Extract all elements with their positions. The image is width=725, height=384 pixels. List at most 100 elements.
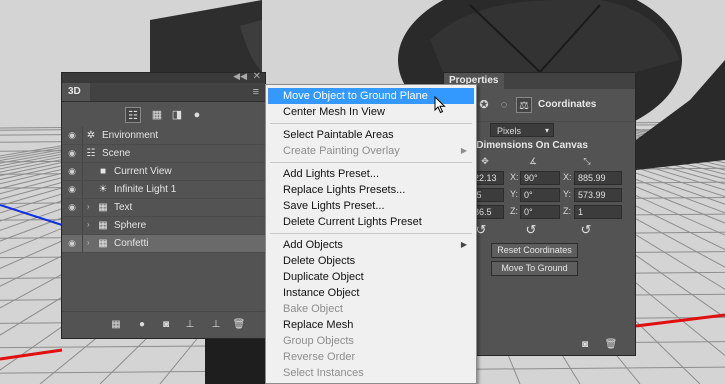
scale-axis-label: Y: bbox=[563, 189, 572, 199]
3d-layer-list: ◉ ✲ Environment ◉ ☷ Scene ◉ ■ Current View ◉ ☀ Infi… bbox=[62, 127, 265, 253]
menu-item-label: Add Lights Preset... bbox=[283, 168, 379, 180]
layer-label: Current View bbox=[114, 166, 172, 177]
layer-row[interactable]: ◉ ✲ Environment bbox=[62, 127, 265, 145]
menu-item[interactable]: Duplicate Object bbox=[268, 269, 474, 285]
move-to-ground-icon[interactable]: ⊥ bbox=[183, 318, 197, 332]
context-menu: Move Object to Ground Plane Center Mesh I… bbox=[265, 84, 477, 384]
submenu-arrow-icon: ▶ bbox=[460, 146, 467, 155]
delete-icon[interactable]: 🗑 bbox=[232, 318, 246, 332]
infinite-light-icon: ☀ bbox=[98, 184, 108, 195]
menu-item[interactable]: Delete Current Lights Preset bbox=[268, 214, 474, 230]
menu-item[interactable]: Replace Mesh bbox=[268, 317, 474, 333]
mesh-properties-icon[interactable]: ✪ bbox=[476, 97, 492, 113]
menu-item-label: Create Painting Overlay bbox=[283, 145, 400, 157]
add-mesh-icon[interactable]: ▦ bbox=[109, 318, 123, 332]
render-icon[interactable]: ◙ bbox=[578, 338, 592, 352]
3d-panel: ◀◀ ✕ 3D ≡ ☷ ▦ ◨ ● ◉ ✲ Environment ◉ ☷ Scene ◉ ■… bbox=[61, 71, 266, 339]
menu-item-label: Group Objects bbox=[283, 335, 354, 347]
scene-filter-icon[interactable]: ☷ bbox=[125, 107, 141, 123]
divider bbox=[82, 181, 83, 198]
panel-title-strip[interactable]: ◀◀ ✕ bbox=[62, 71, 265, 83]
reset-scale-icon[interactable]: ↺ bbox=[579, 223, 593, 237]
menu-item-label: Center Mesh In View bbox=[283, 106, 385, 118]
visibility-eye-icon[interactable]: ◉ bbox=[66, 184, 78, 194]
coordinates-icon[interactable]: ⚖ bbox=[516, 97, 532, 113]
lights-filter-icon[interactable]: ● bbox=[189, 107, 205, 123]
scale-icon: ⤡ bbox=[583, 156, 591, 166]
rotation-axis-label: X: bbox=[510, 172, 519, 182]
close-icon[interactable]: ✕ bbox=[253, 71, 261, 82]
menu-item: Bake Object bbox=[268, 301, 474, 317]
layer-label: Confetti bbox=[114, 238, 149, 249]
expand-arrow-icon[interactable]: › bbox=[87, 220, 90, 230]
divider bbox=[82, 163, 83, 180]
mouse-cursor-icon bbox=[434, 96, 446, 114]
submenu-arrow-icon: ▶ bbox=[460, 240, 467, 249]
move-to-ground-button[interactable]: Move To Ground bbox=[491, 261, 578, 276]
layer-label: Environment bbox=[102, 130, 159, 141]
menu-item[interactable]: Delete Objects bbox=[268, 253, 474, 269]
menu-item[interactable]: Add Lights Preset... bbox=[268, 166, 474, 182]
menu-item-label: Select Instances bbox=[283, 367, 364, 379]
layer-row[interactable]: ◉ ☀ Infinite Light 1 bbox=[62, 181, 265, 199]
divider bbox=[82, 217, 83, 234]
panel-tab-row: 3D ≡ bbox=[62, 83, 265, 102]
layer-row[interactable]: ◉ ■ Current View bbox=[62, 163, 265, 181]
menu-item-label: Delete Current Lights Preset bbox=[283, 216, 422, 228]
layer-row[interactable]: ◉ › ▦ Confetti bbox=[62, 235, 265, 253]
panel-menu-icon[interactable]: ≡ bbox=[253, 86, 259, 98]
mesh-filter-icon[interactable]: ▦ bbox=[149, 107, 165, 123]
scale-field[interactable]: 573.99 bbox=[574, 188, 622, 202]
rotation-axis-label: Y: bbox=[510, 189, 519, 199]
layer-row[interactable]: ◉ ☷ Scene bbox=[62, 145, 265, 163]
render-icon[interactable]: ◙ bbox=[159, 318, 173, 332]
divider bbox=[82, 145, 83, 162]
menu-item: Group Objects bbox=[268, 333, 474, 349]
reset-rotation-icon[interactable]: ↺ bbox=[524, 223, 538, 237]
cap-properties-icon[interactable]: ◌ bbox=[496, 97, 512, 113]
menu-item-label: Delete Objects bbox=[283, 255, 356, 267]
visibility-eye-icon[interactable]: ◉ bbox=[66, 130, 78, 140]
divider bbox=[82, 199, 83, 216]
menu-item-label: Move Object to Ground Plane bbox=[283, 90, 428, 102]
menu-item-label: Instance Object bbox=[283, 287, 360, 299]
scale-field[interactable]: 885.99 bbox=[574, 171, 622, 185]
units-select[interactable]: Pixels ▾ bbox=[490, 123, 554, 137]
divider bbox=[82, 127, 83, 144]
mesh-icon: ▦ bbox=[98, 238, 108, 249]
menu-item-label: Save Lights Preset... bbox=[283, 200, 385, 212]
add-light-icon[interactable]: ● bbox=[135, 318, 149, 332]
rotation-field[interactable]: 90° bbox=[520, 171, 560, 185]
menu-item-label: Bake Object bbox=[283, 303, 343, 315]
layer-row[interactable]: ◉ › ▦ Text bbox=[62, 199, 265, 217]
layer-label: Scene bbox=[102, 148, 131, 159]
menu-item[interactable]: Instance Object bbox=[268, 285, 474, 301]
expand-arrow-icon[interactable]: › bbox=[87, 238, 90, 248]
menu-separator bbox=[270, 123, 472, 124]
layer-row[interactable]: ◉ › ▦ Sphere bbox=[62, 217, 265, 235]
scale-field[interactable]: 1 bbox=[574, 205, 622, 219]
menu-item-label: Reverse Order bbox=[283, 351, 356, 363]
menu-item[interactable]: Add Objects ▶ bbox=[268, 237, 474, 253]
expand-arrow-icon[interactable]: › bbox=[87, 202, 90, 212]
rotation-field[interactable]: 0° bbox=[520, 188, 560, 202]
tab-3d[interactable]: 3D bbox=[62, 83, 90, 101]
visibility-eye-icon[interactable]: ◉ bbox=[66, 166, 78, 176]
reset-coordinates-button[interactable]: Reset Coordinates bbox=[491, 243, 578, 258]
collapse-panel-icon[interactable]: ◀◀ bbox=[233, 71, 247, 82]
visibility-eye-icon[interactable]: ◉ bbox=[66, 202, 78, 212]
mesh-icon: ▦ bbox=[98, 220, 108, 231]
materials-filter-icon[interactable]: ◨ bbox=[169, 107, 185, 123]
visibility-eye-icon[interactable]: ◉ bbox=[66, 238, 78, 248]
rotation-field[interactable]: 0° bbox=[520, 205, 560, 219]
menu-item[interactable]: Select Paintable Areas bbox=[268, 127, 474, 143]
visibility-eye-icon[interactable]: ◉ bbox=[66, 148, 78, 158]
menu-item: Create Painting Overlay ▶ bbox=[268, 143, 474, 159]
delete-icon[interactable]: 🗑 bbox=[604, 338, 618, 352]
rotation-axis-label: Z: bbox=[510, 206, 518, 216]
menu-item[interactable]: Replace Lights Presets... bbox=[268, 182, 474, 198]
constraints-icon[interactable]: ⊥ bbox=[209, 318, 223, 332]
visibility-eye-icon[interactable]: ◉ bbox=[66, 220, 78, 230]
scale-axis-label: X: bbox=[563, 172, 572, 182]
menu-item[interactable]: Save Lights Preset... bbox=[268, 198, 474, 214]
